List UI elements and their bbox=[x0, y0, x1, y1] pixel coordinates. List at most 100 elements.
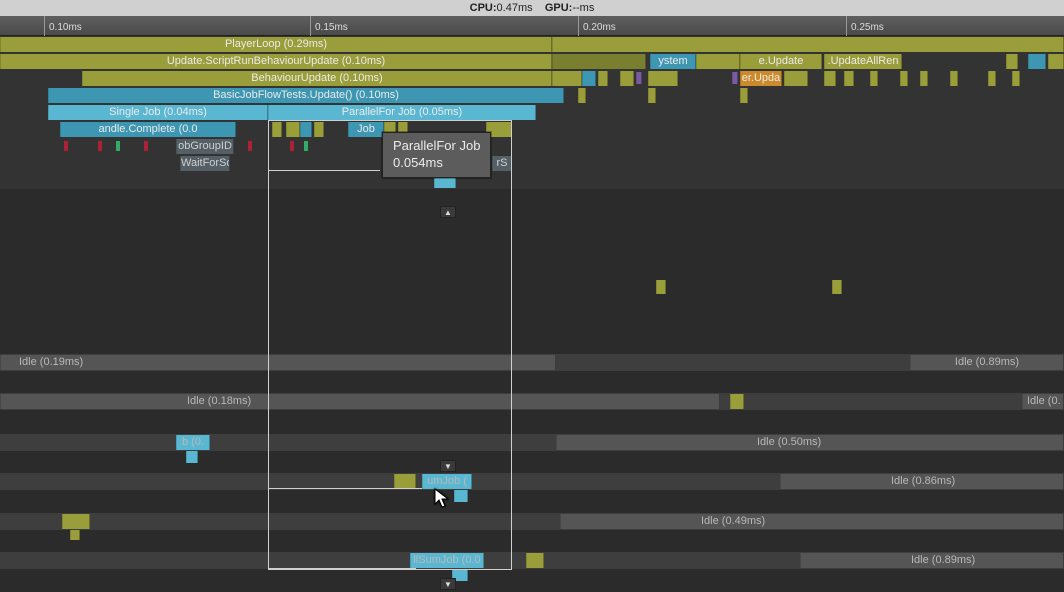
bar-segment[interactable]: Job bbox=[348, 122, 384, 137]
idle-bar[interactable]: Idle (0.49ms) bbox=[560, 514, 1064, 529]
marker-icon bbox=[116, 141, 120, 151]
bar-segment[interactable]: .UpdateAllRen bbox=[824, 54, 902, 69]
track-row: Update.ScriptRunBehaviourUpdate (0.10ms)… bbox=[0, 53, 1064, 70]
idle-bar[interactable]: Idle (0.89ms) bbox=[800, 553, 1064, 568]
track-row: PlayerLoop (0.29ms) bbox=[0, 36, 1064, 53]
idle-bar[interactable]: Idle (0.89ms) bbox=[910, 355, 1064, 370]
bar-segment[interactable] bbox=[1028, 54, 1046, 69]
bar-segment[interactable] bbox=[1006, 54, 1018, 69]
jobgroup-id-bar[interactable]: obGroupID bbox=[176, 139, 234, 154]
profiler-timeline[interactable]: PlayerLoop (0.29ms) Update.ScriptRunBeha… bbox=[0, 36, 1064, 592]
track-row: obGroupID bbox=[0, 138, 1064, 155]
idle-bar[interactable]: Idle (0.19ms) bbox=[0, 355, 556, 370]
marker-icon bbox=[304, 141, 308, 151]
basic-job-flow-tests-update-bar[interactable]: BasicJobFlowTests.Update() (0.10ms) bbox=[48, 88, 564, 103]
time-ruler[interactable]: 0.10ms 0.15ms 0.20ms 0.25ms bbox=[0, 16, 1064, 36]
collapse-toggle[interactable]: ▼ bbox=[440, 460, 456, 472]
bar-segment[interactable] bbox=[186, 451, 198, 463]
bar-segment[interactable] bbox=[578, 88, 586, 103]
bar-segment[interactable] bbox=[1012, 71, 1020, 86]
bar-segment[interactable] bbox=[272, 122, 282, 137]
marker-icon bbox=[248, 141, 252, 151]
bar-segment[interactable] bbox=[300, 122, 312, 137]
idle-bar[interactable]: Idle (0.50ms) bbox=[556, 435, 1064, 450]
bar-segment[interactable] bbox=[870, 71, 878, 86]
bar-segment[interactable] bbox=[784, 71, 808, 86]
bar-segment[interactable] bbox=[988, 71, 996, 86]
job-bar[interactable]: b (0. bbox=[176, 435, 210, 450]
mouse-cursor-icon bbox=[434, 488, 452, 515]
bar-segment[interactable] bbox=[552, 37, 1064, 52]
single-job-bar[interactable]: Single Job (0.04ms) bbox=[48, 105, 268, 120]
ruler-tick: 0.20ms bbox=[578, 16, 616, 36]
bar-segment[interactable] bbox=[620, 71, 634, 86]
bar-segment[interactable]: e.Update bbox=[740, 54, 822, 69]
marker-icon bbox=[144, 141, 148, 151]
ruler-tick: 0.25ms bbox=[846, 16, 884, 36]
waitfor-bar[interactable]: WaitForSo bbox=[180, 156, 230, 171]
bar-segment[interactable] bbox=[696, 54, 740, 69]
script-run-behaviour-update-bar[interactable]: Update.ScriptRunBehaviourUpdate (0.10ms) bbox=[0, 54, 552, 69]
marker-icon bbox=[64, 141, 68, 151]
worker-track: Idle (0.19ms) Idle (0.89ms) bbox=[0, 354, 1064, 371]
track-row: andle.Complete (0.0 Job bbox=[0, 121, 1064, 138]
worker-track: Idle (0.49ms) bbox=[0, 513, 1064, 530]
bar-segment[interactable] bbox=[636, 72, 642, 84]
bar-segment[interactable] bbox=[552, 54, 646, 69]
playerloop-bar[interactable]: PlayerLoop (0.29ms) bbox=[0, 37, 552, 52]
collapse-toggle[interactable]: ▼ bbox=[440, 578, 456, 590]
tooltip-title: ParallelFor Job bbox=[393, 137, 480, 154]
bar-segment[interactable] bbox=[832, 280, 842, 294]
track-row: BehaviourUpdate (0.10ms) er.Upda bbox=[0, 70, 1064, 87]
worker-track: llSumJob (0.0 Idle (0.89ms) bbox=[0, 552, 1064, 569]
marker-icon bbox=[290, 141, 294, 151]
bar-segment[interactable] bbox=[656, 280, 666, 294]
bar-segment[interactable] bbox=[526, 553, 544, 568]
idle-bar[interactable]: Idle (0.18ms) bbox=[0, 394, 720, 409]
bar-segment[interactable] bbox=[454, 490, 468, 502]
gpu-label: GPU: bbox=[545, 2, 573, 14]
bar-segment[interactable] bbox=[920, 71, 928, 86]
bar-segment[interactable] bbox=[648, 71, 678, 86]
selection-connector bbox=[268, 170, 380, 171]
sumjob-bar[interactable]: umJob ( bbox=[422, 474, 472, 489]
bar-segment[interactable]: rS bbox=[492, 156, 512, 171]
marker-icon bbox=[98, 141, 102, 151]
cpu-value: 0.47ms bbox=[497, 2, 533, 14]
track-row: Single Job (0.04ms) ParallelFor Job (0.0… bbox=[0, 104, 1064, 121]
bar-segment[interactable] bbox=[394, 474, 416, 489]
idle-bar[interactable]: Idle (0. bbox=[1022, 394, 1064, 409]
collapse-toggle[interactable]: ▲ bbox=[440, 206, 456, 218]
bar-segment[interactable] bbox=[552, 71, 582, 86]
behaviour-update-bar[interactable]: BehaviourUpdate (0.10ms) bbox=[82, 71, 552, 86]
bar-segment[interactable] bbox=[62, 514, 90, 529]
bar-segment[interactable] bbox=[732, 72, 738, 84]
bar-segment[interactable] bbox=[950, 71, 958, 86]
worker-track: b (0. Idle (0.50ms) bbox=[0, 434, 1064, 451]
bar-segment[interactable] bbox=[582, 71, 596, 86]
bar-segment[interactable]: ystem bbox=[650, 54, 696, 69]
worker-track: Idle (0.18ms) Idle (0. bbox=[0, 393, 1064, 410]
profiler-tooltip: ParallelFor Job 0.054ms bbox=[382, 132, 491, 178]
parallelfor-job-bar[interactable]: ParallelFor Job (0.05ms) bbox=[268, 105, 536, 120]
bar-segment[interactable] bbox=[648, 88, 656, 103]
handle-complete-bar[interactable]: andle.Complete (0.0 bbox=[60, 122, 236, 137]
bar-segment[interactable] bbox=[1048, 54, 1064, 69]
parallel-sumjob-bar[interactable]: llSumJob (0.0 bbox=[410, 553, 484, 568]
bar-segment[interactable] bbox=[900, 71, 908, 86]
bar-segment[interactable] bbox=[286, 122, 300, 137]
idle-bar[interactable]: Idle (0.86ms) bbox=[780, 474, 1064, 489]
bar-segment[interactable] bbox=[598, 71, 608, 86]
bar-segment[interactable] bbox=[314, 122, 324, 137]
bar-segment[interactable] bbox=[844, 71, 854, 86]
bar-segment[interactable] bbox=[824, 71, 836, 86]
bar-segment[interactable]: er.Upda bbox=[740, 71, 782, 86]
bar-segment[interactable] bbox=[70, 530, 80, 540]
selection-connector bbox=[268, 568, 416, 569]
status-bar: CPU:0.47ms GPU:--ms bbox=[0, 0, 1064, 16]
ruler-tick: 0.10ms bbox=[44, 16, 82, 36]
bar-segment[interactable] bbox=[730, 394, 744, 409]
track-row: WaitForSo rS bbox=[0, 155, 1064, 172]
bar-segment[interactable] bbox=[740, 88, 748, 103]
gpu-value: --ms bbox=[572, 2, 594, 14]
